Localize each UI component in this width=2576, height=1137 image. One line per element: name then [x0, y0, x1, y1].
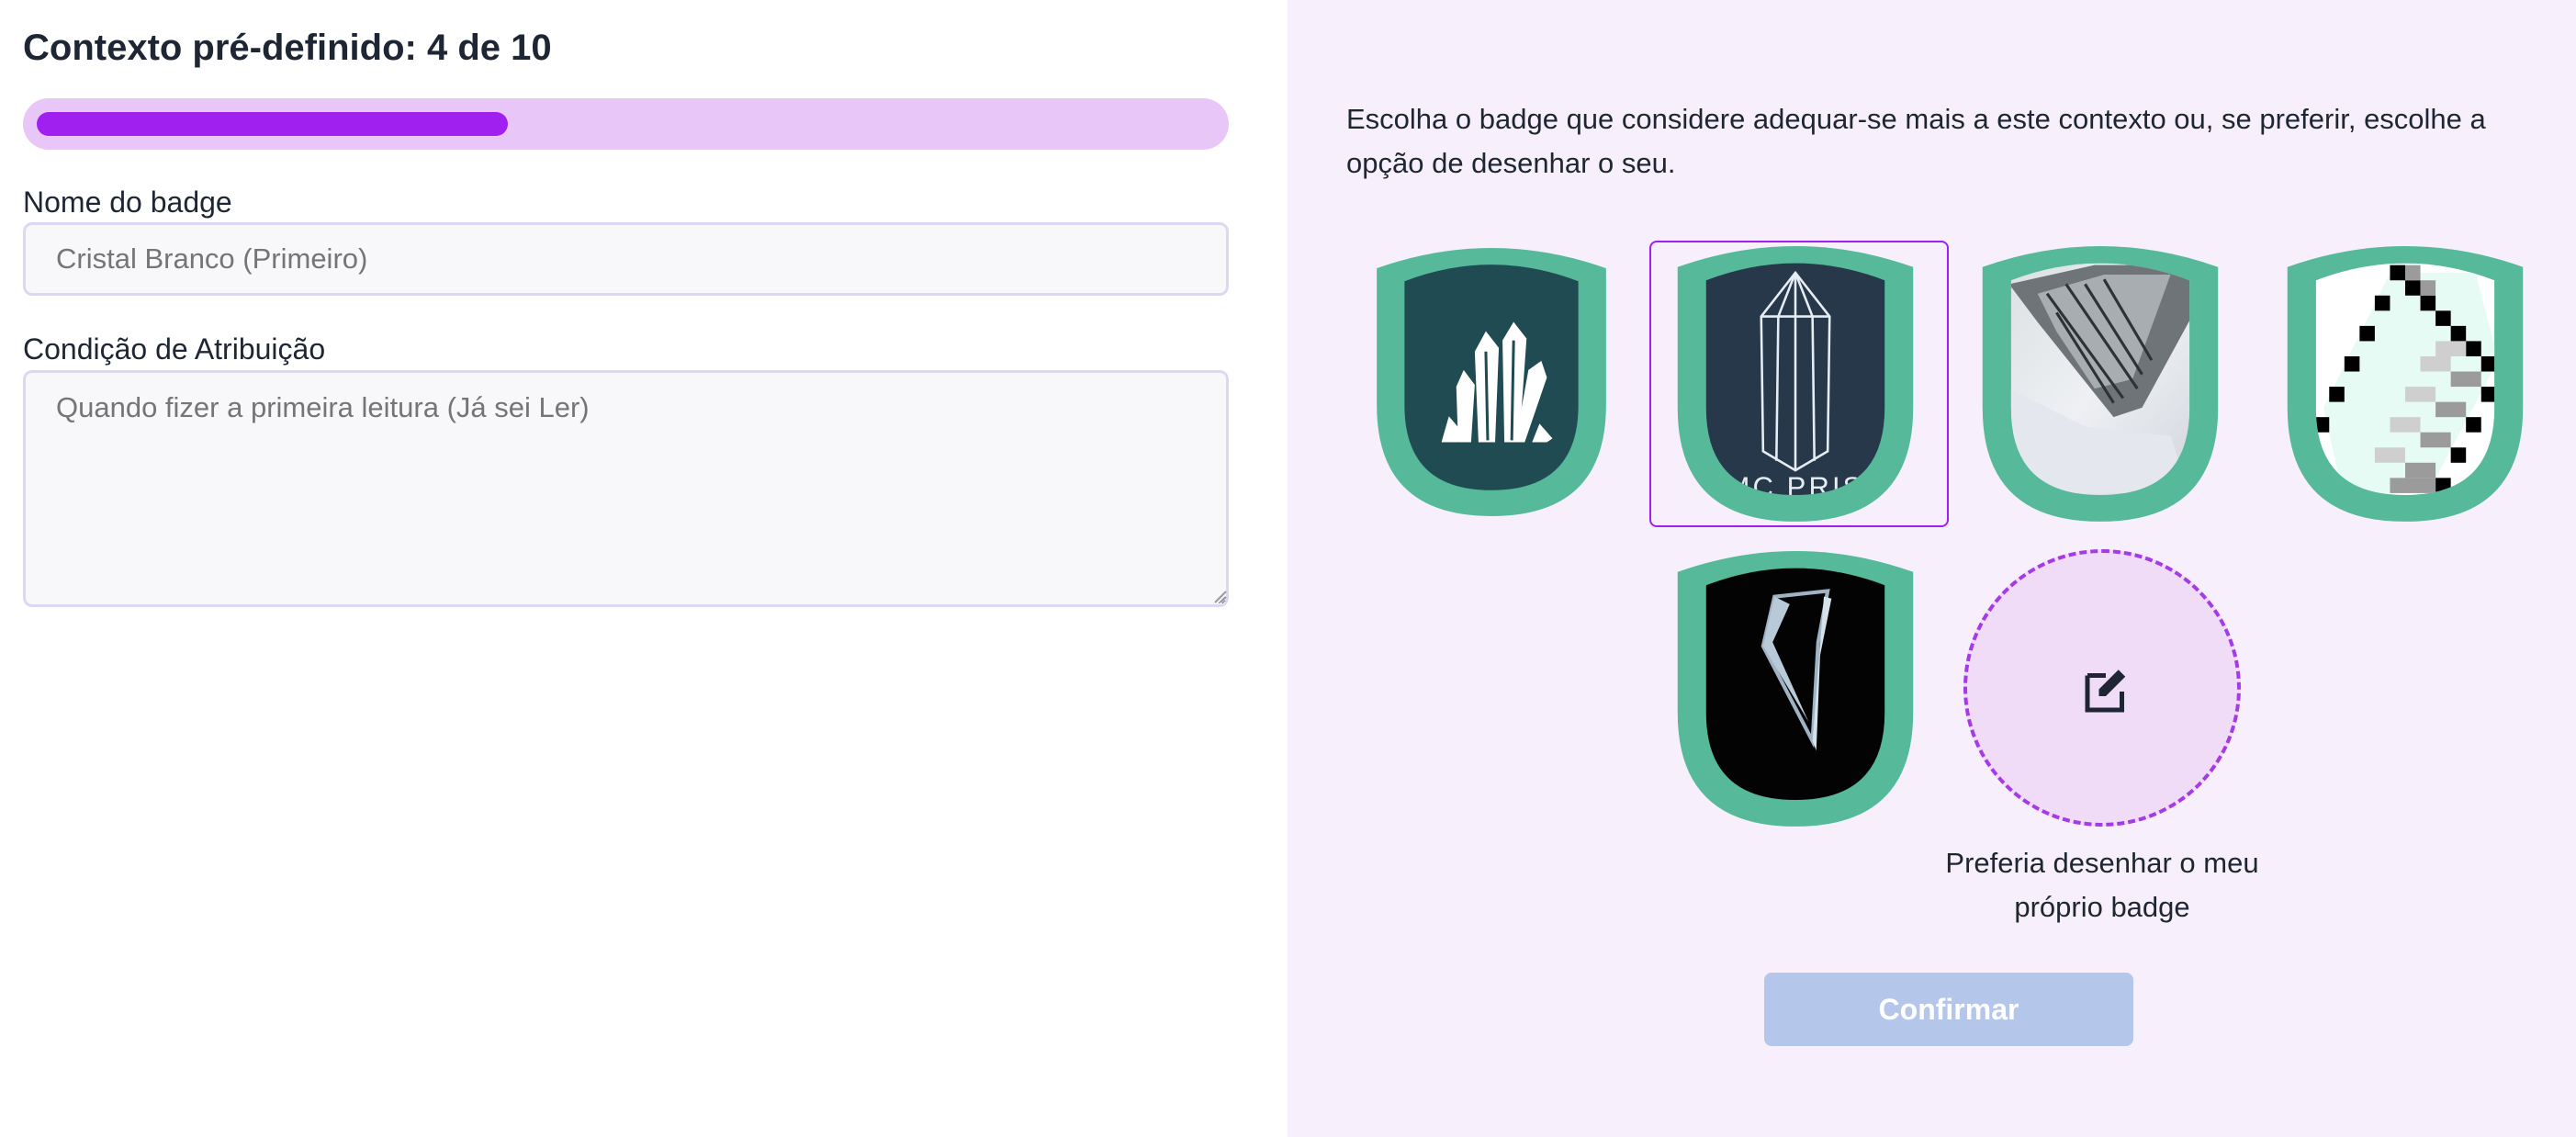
draw-own-badge-button[interactable]: [1963, 549, 2241, 827]
crystal-cluster-badge-icon: [1377, 248, 1606, 516]
draw-own-badge-caption: Preferia desenhar o meu próprio badge: [1945, 847, 2259, 923]
attribution-condition-textarea[interactable]: [23, 370, 1229, 607]
badge-picker-panel: Escolha o badge que considere adequar-se…: [1288, 0, 2576, 1137]
attribution-condition-label: Condição de Atribuição: [23, 332, 326, 366]
picker-instructions: Escolha o badge que considere adequar-se…: [1346, 103, 2486, 179]
badge-option-dark-shard[interactable]: [1673, 551, 1918, 828]
pixel-crystal-badge-icon: [2287, 246, 2524, 522]
badge-name-input[interactable]: [23, 222, 1229, 296]
dark-shard-badge-icon: [1677, 551, 1914, 827]
badge-option-crystal-photo[interactable]: [1978, 246, 2222, 523]
badge-option-pixel-crystal[interactable]: [2283, 246, 2527, 523]
crystal-photo-badge-icon: [1982, 246, 2219, 522]
edit-icon: [2085, 670, 2126, 713]
badge-name-label: Nome do badge: [23, 186, 232, 219]
progress-bar: [23, 98, 1229, 150]
confirm-button[interactable]: Confirmar: [1764, 973, 2133, 1046]
selected-badge-frame: [1649, 241, 1949, 527]
page-title: Contexto pré-definido: 4 de 10: [23, 28, 552, 68]
progress-bar-fill: [37, 112, 508, 136]
resize-handle-icon[interactable]: [1212, 589, 1227, 603]
badge-form-panel: Contexto pré-definido: 4 de 10 Nome do b…: [0, 0, 1288, 1137]
badge-option-crystal-cluster[interactable]: [1374, 248, 1609, 518]
